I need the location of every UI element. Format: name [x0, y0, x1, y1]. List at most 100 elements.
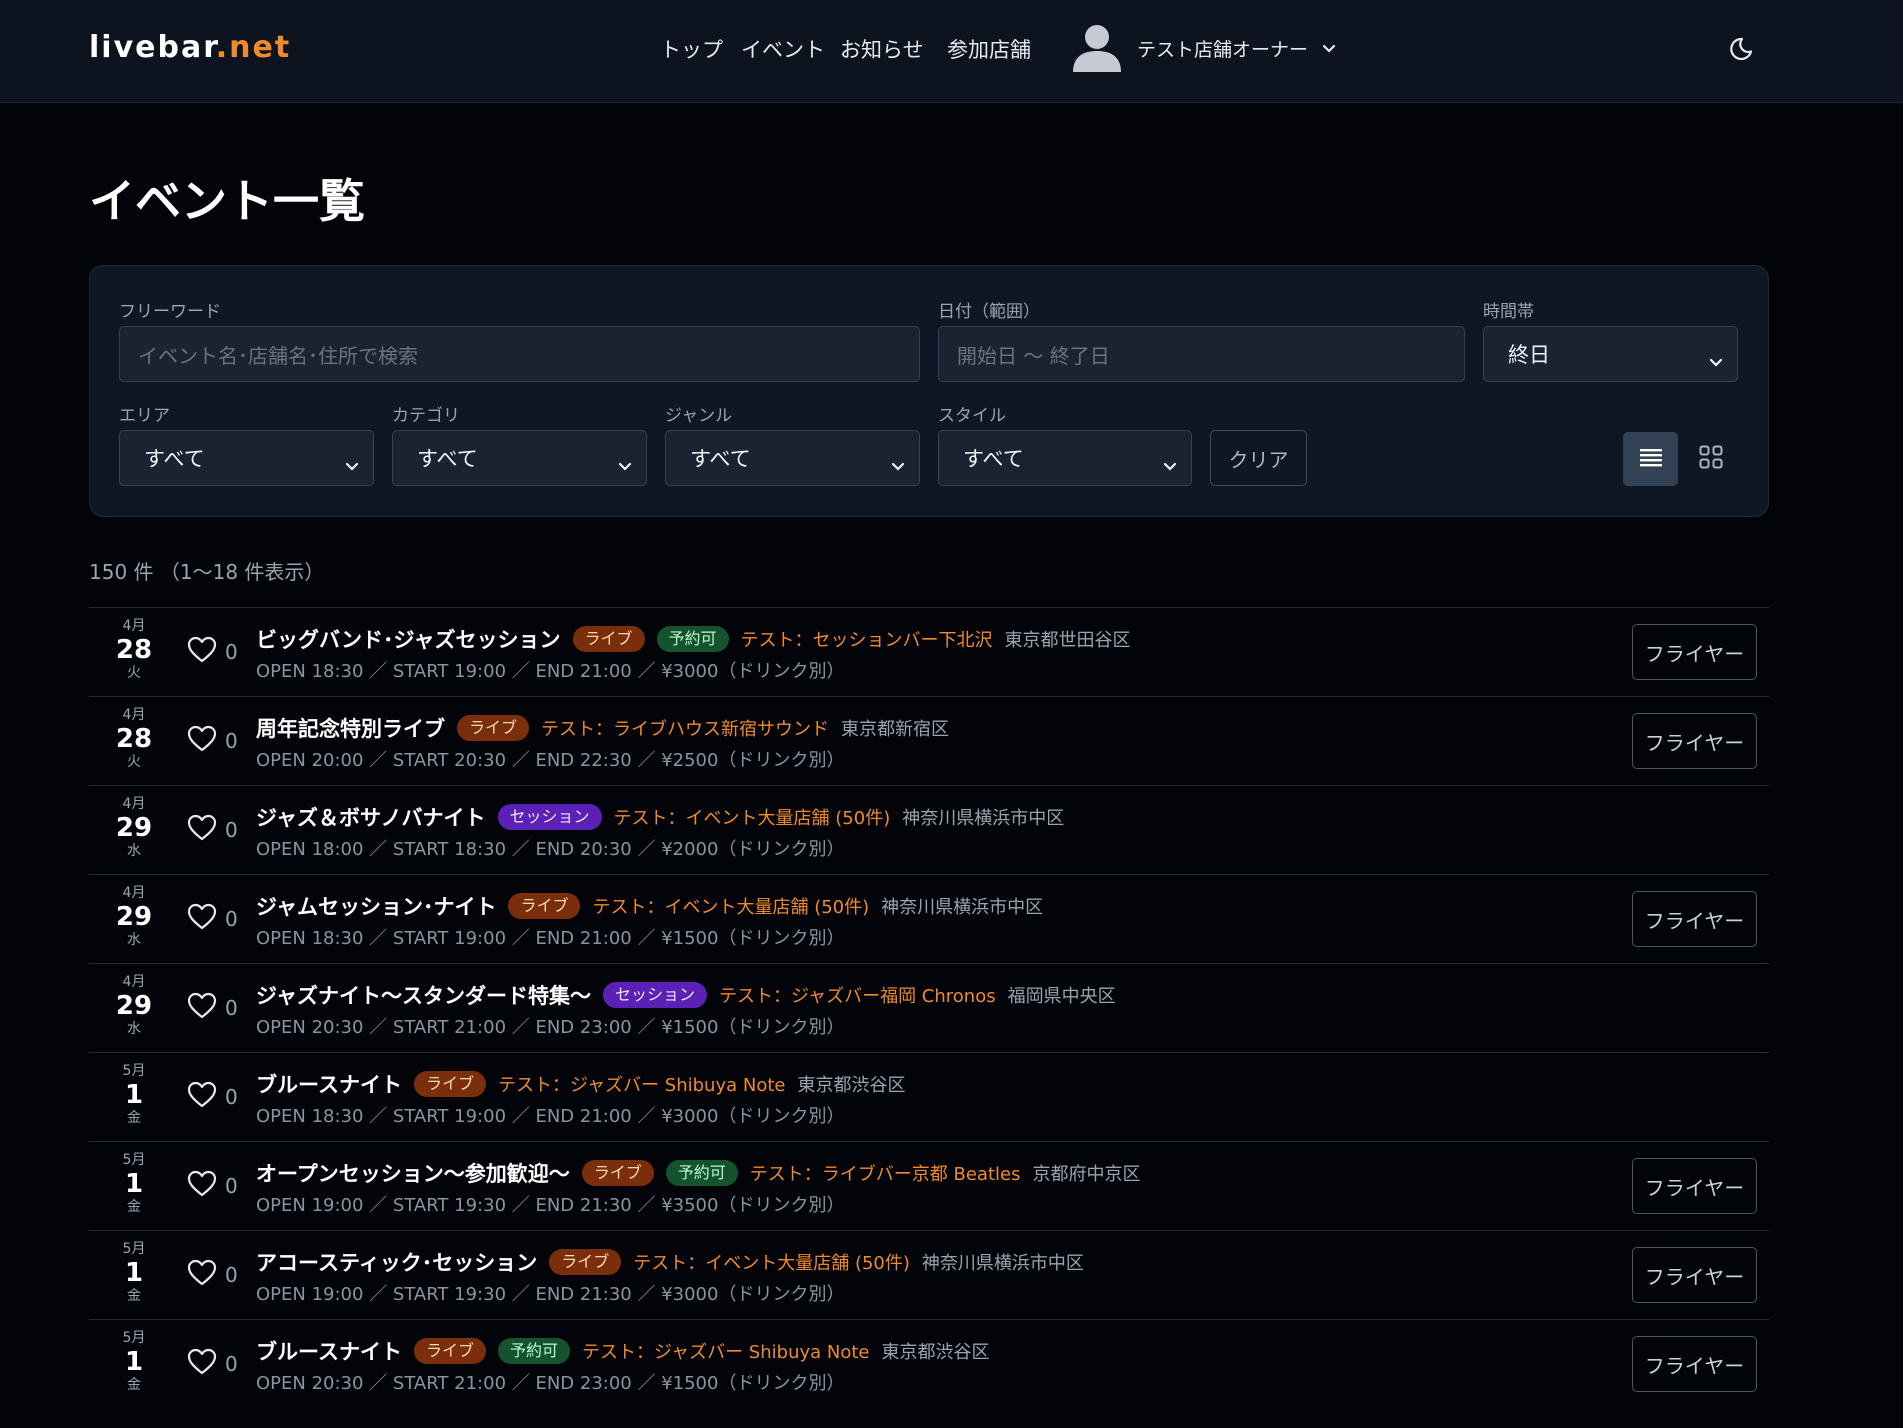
chevron-down-icon: [345, 453, 359, 477]
like-button[interactable]: 0: [187, 1170, 238, 1202]
event-row[interactable]: 5月 1 金 0 ブルースナイト ライブ 予約可 テスト：ジャズバー Shibuya Note…: [89, 1319, 1769, 1408]
grid-view-button[interactable]: [1683, 432, 1738, 486]
like-button[interactable]: 0: [187, 725, 238, 757]
category-select[interactable]: すべて: [392, 430, 647, 486]
event-row[interactable]: 4月 29 水 0 ジャムセッション･ナイト ライブ テスト：イベント大量店舗 (50件) 神…: [89, 874, 1769, 963]
like-button[interactable]: 0: [187, 1259, 238, 1291]
nav-news[interactable]: お知らせ: [840, 34, 924, 64]
flyer-button[interactable]: フライヤー: [1632, 1247, 1757, 1303]
heart-icon: [187, 1348, 217, 1380]
event-details: OPEN 20:30 ／ START 21:00 ／ END 23:00 ／ ¥…: [256, 1373, 845, 1394]
event-title[interactable]: ジャズ＆ボサノバナイト: [256, 802, 486, 832]
event-title[interactable]: ブルースナイト: [256, 1336, 402, 1366]
user-menu[interactable]: テスト店舗オーナー: [1072, 22, 1336, 74]
style-select[interactable]: すべて: [938, 430, 1192, 486]
event-title[interactable]: ブルースナイト: [256, 1069, 402, 1099]
event-tag-live: ライブ: [581, 1160, 654, 1186]
event-weekday: 金: [127, 1199, 141, 1215]
event-list: 4月 28 火 0 ビッグバンド･ジャズセッション ライブ 予約可 テスト：セッションバー下北…: [89, 607, 1769, 1408]
event-venue-link[interactable]: テスト：ジャズバー福岡 Chronos: [719, 982, 996, 1008]
event-month: 4月: [122, 707, 146, 723]
category-select-value: すべて: [417, 447, 478, 471]
event-title[interactable]: オープンセッション〜参加歓迎〜: [256, 1158, 570, 1188]
like-button[interactable]: 0: [187, 992, 238, 1024]
like-button[interactable]: 0: [187, 636, 238, 668]
event-row[interactable]: 4月 29 水 0 ジャズナイト〜スタンダード特集〜 セッション テスト：ジャズバー福岡 C…: [89, 963, 1769, 1052]
event-venue-link[interactable]: テスト：イベント大量店舗 (50件): [592, 893, 869, 919]
keyword-input[interactable]: イベント名･店舗名･住所で検索: [119, 326, 920, 382]
flyer-button[interactable]: フライヤー: [1632, 713, 1757, 769]
event-row[interactable]: 4月 28 火 0 ビッグバンド･ジャズセッション ライブ 予約可 テスト：セッションバー下北…: [89, 607, 1769, 696]
event-row[interactable]: 5月 1 金 0 オープンセッション〜参加歓迎〜 ライブ 予約可 テスト：ライブバー京都 Be…: [89, 1141, 1769, 1230]
event-date: 4月 29 水: [89, 885, 179, 949]
event-details: OPEN 18:30 ／ START 19:00 ／ END 21:00 ／ ¥…: [256, 928, 845, 949]
genre-label: ジャンル: [665, 406, 733, 426]
dark-mode-toggle-icon[interactable]: [1730, 34, 1758, 62]
flyer-button[interactable]: フライヤー: [1632, 1336, 1757, 1392]
event-details: OPEN 20:30 ／ START 21:00 ／ END 23:00 ／ ¥…: [256, 1017, 845, 1038]
like-count: 0: [225, 996, 238, 1020]
user-avatar-icon: [1072, 22, 1122, 74]
event-venue-link[interactable]: テスト：ライブハウス新宿サウンド: [541, 715, 829, 741]
event-address: 神奈川県横浜市中区: [881, 897, 1044, 918]
event-tag-reserve: 予約可: [656, 626, 729, 652]
time-select[interactable]: 終日: [1483, 326, 1738, 382]
grid-icon: [1699, 445, 1723, 473]
event-title[interactable]: アコースティック･セッション: [256, 1247, 537, 1277]
genre-select[interactable]: すべて: [665, 430, 920, 486]
like-button[interactable]: 0: [187, 903, 238, 935]
event-address: 福岡県中央区: [1007, 986, 1116, 1007]
event-venue-link[interactable]: テスト：ジャズバー Shibuya Note: [582, 1338, 870, 1364]
user-name: テスト店舗オーナー: [1137, 38, 1309, 61]
event-details: OPEN 20:00 ／ START 20:30 ／ END 22:30 ／ ¥…: [256, 750, 845, 771]
event-header-line: アコースティック･セッション ライブ テスト：イベント大量店舗 (50件) 神奈川県横…: [256, 1247, 1084, 1277]
event-header-line: ブルースナイト ライブ テスト：ジャズバー Shibuya Note 東京都渋谷区: [256, 1069, 905, 1099]
event-title[interactable]: ビッグバンド･ジャズセッション: [256, 624, 561, 654]
date-range-input[interactable]: 開始日 〜 終了日: [938, 326, 1465, 382]
nav-top[interactable]: トップ: [660, 34, 723, 64]
event-month: 5月: [122, 1330, 146, 1346]
event-venue-link[interactable]: テスト：ライブバー京都 Beatles: [750, 1160, 1021, 1186]
event-row[interactable]: 5月 1 金 0 アコースティック･セッション ライブ テスト：イベント大量店舗 (50件)…: [89, 1230, 1769, 1319]
like-count: 0: [225, 1085, 238, 1109]
event-day: 28: [115, 724, 153, 754]
time-select-value: 終日: [1508, 343, 1550, 367]
logo-main: livebar: [89, 30, 216, 65]
like-count: 0: [225, 1352, 238, 1376]
site-header: livebar.net トップ イベント お知らせ 参加店舗 テスト店舗オーナー: [0, 0, 1903, 103]
like-button[interactable]: 0: [187, 1348, 238, 1380]
event-month: 4月: [122, 796, 146, 812]
event-title[interactable]: ジャズナイト〜スタンダード特集〜: [256, 980, 591, 1010]
event-row[interactable]: 5月 1 金 0 ブルースナイト ライブ テスト：ジャズバー Shibuya Note 東京都…: [89, 1052, 1769, 1141]
event-address: 東京都渋谷区: [797, 1075, 906, 1096]
area-select[interactable]: すべて: [119, 430, 374, 486]
event-venue-link[interactable]: テスト：ジャズバー Shibuya Note: [498, 1071, 786, 1097]
nav-shops[interactable]: 参加店舗: [947, 34, 1031, 64]
flyer-button[interactable]: フライヤー: [1632, 1158, 1757, 1214]
event-row[interactable]: 4月 28 火 0 周年記念特別ライブ ライブ テスト：ライブハウス新宿サウンド 東京都新宿区…: [89, 696, 1769, 785]
event-row[interactable]: 4月 29 水 0 ジャズ＆ボサノバナイト セッション テスト：イベント大量店舗 (50件)…: [89, 785, 1769, 874]
site-logo[interactable]: livebar.net: [89, 30, 291, 65]
event-venue-link[interactable]: テスト：セッションバー下北沢: [741, 626, 993, 652]
like-count: 0: [225, 1174, 238, 1198]
event-title[interactable]: ジャムセッション･ナイト: [256, 891, 496, 921]
like-count: 0: [225, 907, 238, 931]
event-title[interactable]: 周年記念特別ライブ: [256, 713, 445, 743]
flyer-button[interactable]: フライヤー: [1632, 891, 1757, 947]
like-button[interactable]: 0: [187, 814, 238, 846]
event-header-line: ジャズ＆ボサノバナイト セッション テスト：イベント大量店舗 (50件) 神奈川県横浜…: [256, 802, 1064, 832]
event-details: OPEN 18:30 ／ START 19:00 ／ END 21:00 ／ ¥…: [256, 661, 845, 682]
event-day: 1: [124, 1169, 144, 1199]
flyer-button[interactable]: フライヤー: [1632, 624, 1757, 680]
like-count: 0: [225, 729, 238, 753]
nav-events[interactable]: イベント: [741, 34, 825, 64]
event-venue-link[interactable]: テスト：イベント大量店舗 (50件): [614, 804, 891, 830]
event-tag-session: セッション: [497, 804, 602, 830]
list-view-button[interactable]: [1623, 432, 1678, 486]
event-weekday: 水: [127, 843, 141, 859]
event-venue-link[interactable]: テスト：イベント大量店舗 (50件): [633, 1249, 910, 1275]
like-button[interactable]: 0: [187, 1081, 238, 1113]
chevron-down-icon: [1709, 349, 1723, 373]
event-tag-session: セッション: [602, 982, 707, 1008]
clear-button[interactable]: クリア: [1210, 430, 1307, 486]
